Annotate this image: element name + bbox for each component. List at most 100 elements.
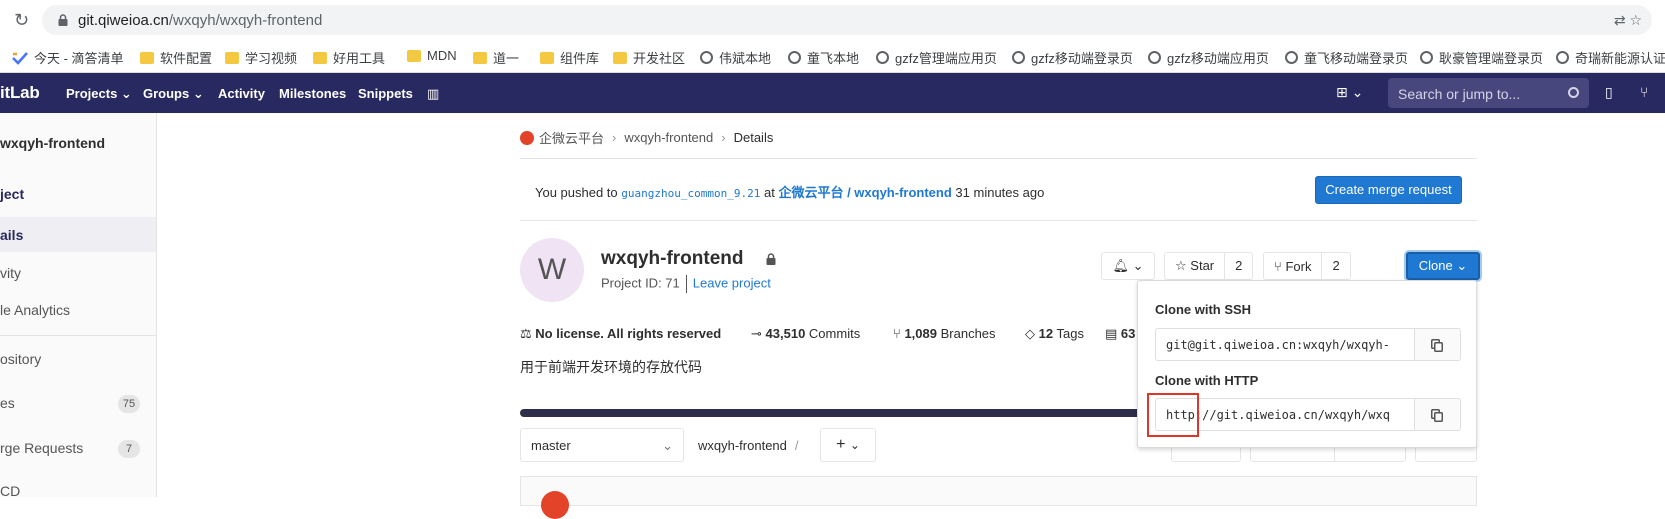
branches-stat[interactable]: ⑂ 1,089 Branches — [893, 326, 996, 341]
fork-button[interactable]: ⑂ Fork 2 — [1263, 252, 1351, 280]
bookmark-item[interactable]: 耿豪管理端登录页 — [1420, 48, 1543, 67]
tag-icon: ◇ — [1025, 326, 1035, 341]
bookmark-label: 道一 — [493, 51, 520, 66]
fork-icon: ⑂ — [1274, 258, 1282, 274]
star-count[interactable]: 2 — [1224, 253, 1252, 279]
add-file-dropdown[interactable]: + ⌄ — [820, 428, 876, 462]
sidebar-item-activity[interactable]: vity — [0, 265, 156, 281]
gitlab-header: itLab Projects ⌄ Groups ⌄ Activity Miles… — [0, 73, 1665, 113]
bookmark-item[interactable]: gzfz管理端应用页 — [876, 48, 997, 67]
bookmark-label: 童飞本地 — [807, 51, 860, 66]
pushed-project-link[interactable]: 企微云平台 / wxqyh-frontend — [778, 185, 951, 200]
path-root[interactable]: wxqyh-frontend — [698, 438, 787, 453]
reload-icon[interactable]: ↻ — [14, 10, 29, 31]
chart-icon[interactable]: ▥ — [427, 86, 439, 102]
bookmark-item[interactable]: 学习视频 — [225, 48, 297, 67]
highlight-annotation-box — [1147, 393, 1199, 437]
issues-count-badge: 75 — [118, 395, 140, 413]
breadcrumb-current: Details — [733, 130, 774, 145]
project-meta: Project ID: 71 Leave project — [601, 275, 771, 293]
folder-icon — [313, 51, 327, 64]
tags-stat[interactable]: ◇ 12 Tags — [1025, 326, 1084, 342]
sidebar-item-cycle-analytics[interactable]: le Analytics — [0, 302, 156, 318]
bell-icon: 🔔︎ ⌄ — [1112, 258, 1144, 273]
files-stat[interactable]: ▤ 63 — [1105, 326, 1135, 342]
nav-milestones[interactable]: Milestones — [279, 86, 346, 101]
leave-project-link[interactable]: Leave project — [693, 275, 771, 290]
project-description: 用于前端开发环境的存放代码 — [520, 359, 702, 375]
avatar[interactable] — [541, 491, 569, 519]
nav-groups[interactable]: Groups ⌄ — [143, 86, 204, 102]
bookmark-item[interactable]: 软件配置 — [140, 48, 212, 67]
branch-selector[interactable]: master ⌄ — [520, 428, 684, 462]
bookmark-label: 开发社区 — [633, 51, 686, 66]
copy-ssh-button[interactable] — [1415, 328, 1461, 361]
translate-icon[interactable]: ⇄ ☆ — [1614, 12, 1642, 29]
divider — [520, 220, 1477, 221]
address-bar[interactable]: git.qiweioa.cn/wxqyh/wxqyh-frontend ⇄ ☆ — [42, 5, 1652, 35]
nav-snippets[interactable]: Snippets — [358, 86, 413, 101]
bookmark-item[interactable]: MDN — [407, 48, 457, 63]
bookmark-item[interactable]: 伟斌本地 — [700, 48, 771, 67]
notification-dropdown[interactable]: 🔔︎ ⌄ — [1101, 252, 1155, 280]
nav-activity[interactable]: Activity — [218, 86, 265, 101]
bookmark-label: 组件库 — [560, 51, 600, 66]
bookmark-label: 学习视频 — [245, 51, 298, 66]
issues-icon[interactable]: ▯ — [1605, 84, 1613, 101]
lock-icon — [58, 14, 68, 26]
bookmark-item[interactable]: gzfz移动端登录页 — [1012, 48, 1133, 67]
create-merge-request-button[interactable]: Create merge request — [1315, 176, 1462, 204]
bookmark-item[interactable]: 童飞本地 — [788, 48, 859, 67]
breadcrumb-project[interactable]: wxqyh-frontend — [624, 130, 713, 145]
sidebar-item-details[interactable]: ails — [0, 217, 156, 252]
sidebar-divider — [0, 335, 156, 336]
bookmark-item[interactable]: 组件库 — [540, 48, 599, 67]
browser-address-row: ↻ git.qiweioa.cn/wxqyh/wxqyh-frontend ⇄ … — [0, 0, 1665, 40]
search-input[interactable]: Search or jump to... — [1388, 78, 1589, 108]
globe-icon — [700, 51, 713, 64]
breadcrumb: 企微云平台 › wxqyh-frontend › Details — [520, 128, 773, 147]
globe-icon — [1556, 51, 1569, 64]
bookmark-label: gzfz移动端登录页 — [1031, 51, 1133, 66]
license-stat[interactable]: ⚖ No license. All rights reserved — [520, 326, 721, 342]
sidebar-project-title[interactable]: wxqyh-frontend — [0, 135, 105, 151]
merge-requests-count-badge: 7 — [118, 440, 140, 458]
sidebar-item-project[interactable]: ject — [0, 186, 156, 202]
bookmark-label: 奇瑞新能源认证 — [1575, 51, 1665, 66]
sidebar-item-repository[interactable]: ository — [0, 351, 156, 367]
gitlab-logo[interactable]: itLab — [0, 83, 40, 103]
breadcrumb-group[interactable]: 企微云平台 — [539, 128, 604, 147]
bookmark-item[interactable]: 童飞移动端登录页 — [1285, 48, 1408, 67]
merge-requests-icon[interactable]: ⑂ — [1640, 84, 1648, 100]
bookmark-item[interactable]: 开发社区 — [613, 48, 685, 67]
project-id: Project ID: 71 — [601, 275, 680, 291]
bookmark-label: 软件配置 — [160, 51, 213, 66]
bookmark-label: MDN — [427, 48, 457, 63]
bookmark-item[interactable]: 奇瑞新能源认证 — [1556, 48, 1665, 67]
folder-icon — [225, 51, 239, 64]
bookmark-item[interactable]: 好用工具 — [313, 48, 385, 67]
bookmark-item[interactable]: 道一 — [473, 48, 519, 67]
bookmark-item[interactable]: 今天 - 滴答清单 — [12, 48, 124, 67]
fork-count[interactable]: 2 — [1321, 253, 1349, 279]
clone-ssh-input[interactable]: git@git.qiweioa.cn:wxqyh/wxqyh- — [1155, 328, 1415, 361]
commits-stat[interactable]: ⊸ 43,510 Commits — [751, 326, 860, 342]
globe-icon — [788, 51, 801, 64]
bookmark-item[interactable]: gzfz移动端应用页 — [1148, 48, 1269, 67]
today-icon — [12, 51, 28, 65]
clone-button[interactable]: Clone ⌄ — [1406, 252, 1480, 280]
copy-icon — [1431, 339, 1443, 352]
star-button[interactable]: ☆ Star 2 — [1164, 252, 1254, 280]
divider — [520, 158, 1477, 159]
pushed-branch-link[interactable]: guangzhou_common_9.21 — [621, 187, 760, 200]
new-item-dropdown[interactable]: ⊞ ⌄ — [1336, 84, 1363, 101]
branch-icon: ⑂ — [893, 326, 901, 341]
globe-icon — [1012, 51, 1025, 64]
nav-projects[interactable]: Projects ⌄ — [66, 86, 132, 102]
clone-ssh-label: Clone with SSH — [1155, 302, 1252, 317]
chevron-right-icon: › — [612, 130, 617, 145]
copy-http-button[interactable] — [1415, 398, 1461, 431]
chevron-down-icon: ⌄ — [662, 438, 673, 453]
push-banner: You pushed to guangzhou_common_9.21 at 企… — [520, 168, 1477, 213]
chevron-right-icon: › — [721, 130, 726, 145]
